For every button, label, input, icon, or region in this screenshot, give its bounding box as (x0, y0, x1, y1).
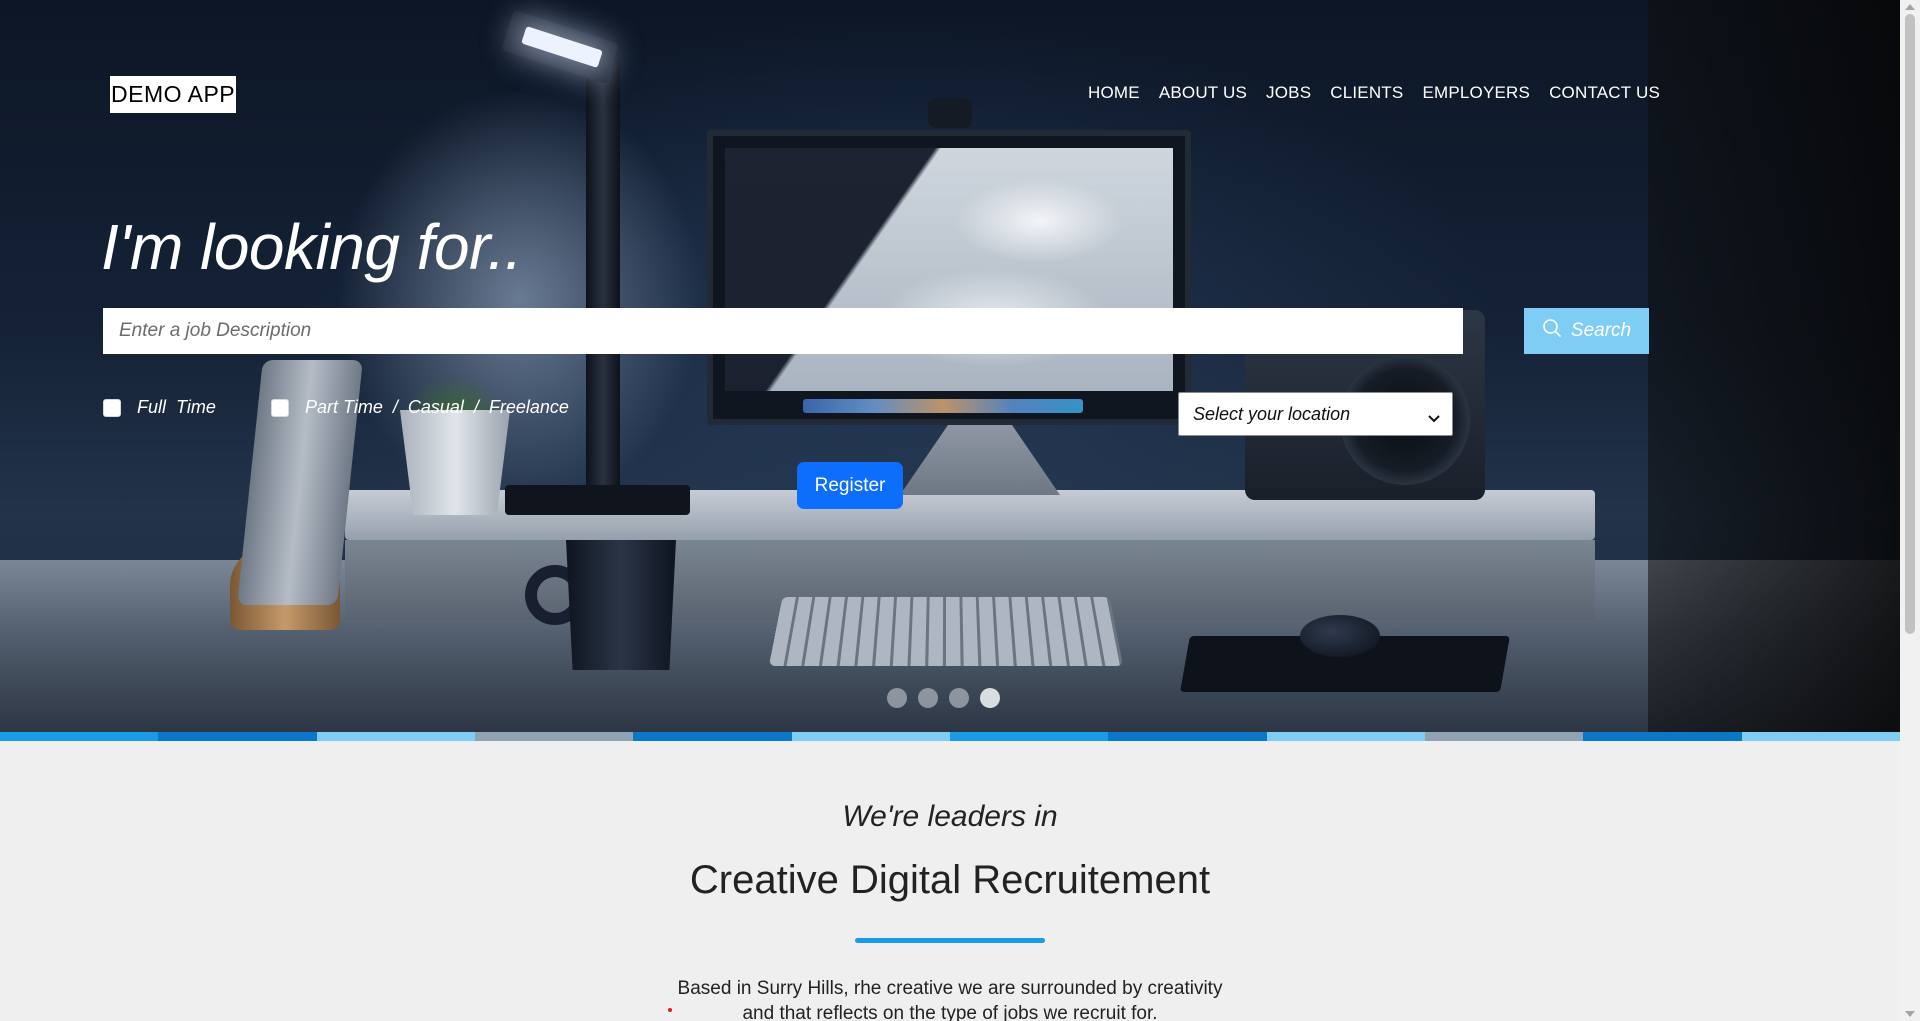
location-select-value: Select your location (1193, 403, 1351, 424)
carousel-dot-4[interactable] (980, 688, 1000, 708)
title-underline (855, 938, 1045, 943)
location-select[interactable]: Select your location (1178, 392, 1453, 436)
job-search-input[interactable] (103, 308, 1463, 354)
stripe-segment (1108, 732, 1267, 741)
stripe-segment (633, 732, 792, 741)
monitor-image (707, 130, 1191, 425)
hero-banner: DEMO APP HOME ABOUT US JOBS CLIENTS EMPL… (0, 0, 1900, 732)
stripe-segment (791, 732, 950, 741)
nav-about-us[interactable]: ABOUT US (1159, 83, 1247, 103)
page: DEMO APP HOME ABOUT US JOBS CLIENTS EMPL… (0, 0, 1900, 1021)
carousel-dot-1[interactable] (887, 688, 907, 708)
stripe-segment (1583, 732, 1742, 741)
description-line-1: Based in Surry Hills, rhe creative we ar… (677, 978, 1223, 999)
stripe-segment (1424, 732, 1584, 741)
full-time-label: Full Time (137, 397, 216, 417)
nav-home[interactable]: HOME (1088, 83, 1140, 103)
section-pretitle: We're leaders in (842, 800, 1058, 833)
register-button[interactable]: Register (797, 462, 903, 509)
section-title: Creative Digital Recruitement (689, 858, 1211, 902)
desk-lamp-base (505, 485, 690, 515)
stripe-segment (474, 732, 634, 741)
logo[interactable]: DEMO APP (110, 76, 237, 113)
part-time-label: Part Time / Casual / Freelance (305, 397, 569, 417)
coffee-mug (566, 540, 676, 670)
search-icon (1542, 318, 1562, 344)
desk-lamp-pole (586, 60, 620, 500)
stripe-segment (158, 732, 317, 741)
nav-jobs[interactable]: JOBS (1266, 83, 1311, 103)
scroll-up-arrow-icon[interactable] (1905, 4, 1915, 10)
search-button[interactable]: Search (1524, 308, 1649, 354)
carousel-dot-3[interactable] (949, 688, 969, 708)
search-button-label: Search (1570, 320, 1632, 341)
section-description: Based in Surry Hills, rhe creative we ar… (0, 976, 1900, 1021)
carousel-dot-2[interactable] (918, 688, 938, 708)
scroll-down-arrow-icon[interactable] (1905, 1011, 1915, 1017)
full-time-option[interactable]: Full Time (103, 397, 216, 418)
list-bullet (668, 1008, 672, 1012)
mouse-image (1300, 615, 1380, 657)
nav-contact-us[interactable]: CONTACT US (1549, 83, 1660, 103)
nav-employers[interactable]: EMPLOYERS (1422, 83, 1530, 103)
scrollbar-thumb[interactable] (1905, 14, 1915, 634)
page-scrollbar[interactable] (1900, 0, 1920, 1021)
stripe-segment (1266, 732, 1425, 741)
plant-pot (400, 410, 510, 515)
stripe-segment (0, 732, 159, 741)
main-nav: HOME ABOUT US JOBS CLIENTS EMPLOYERS CON… (1088, 83, 1660, 103)
monitor-stand (900, 425, 1060, 495)
keyboard-image (768, 596, 1124, 666)
stripe-segment (949, 732, 1109, 741)
chevron-down-icon (1428, 408, 1440, 429)
carousel-indicators (887, 688, 1000, 708)
webcam-image (928, 98, 972, 128)
stripe-segment (316, 732, 475, 741)
stripe-segment (1741, 732, 1900, 741)
full-time-checkbox[interactable] (103, 398, 121, 417)
monitor-screen (725, 148, 1173, 391)
color-stripe (0, 732, 1900, 741)
hero-dark-edge (1648, 0, 1900, 732)
part-time-option[interactable]: Part Time / Casual / Freelance (271, 397, 569, 418)
part-time-checkbox[interactable] (271, 398, 289, 417)
nav-clients[interactable]: CLIENTS (1330, 83, 1403, 103)
hero-headline: I'm looking for.. (101, 211, 523, 283)
monitor-dock (803, 399, 1083, 413)
description-line-2: and that reflects on the type of jobs we… (742, 1003, 1158, 1021)
